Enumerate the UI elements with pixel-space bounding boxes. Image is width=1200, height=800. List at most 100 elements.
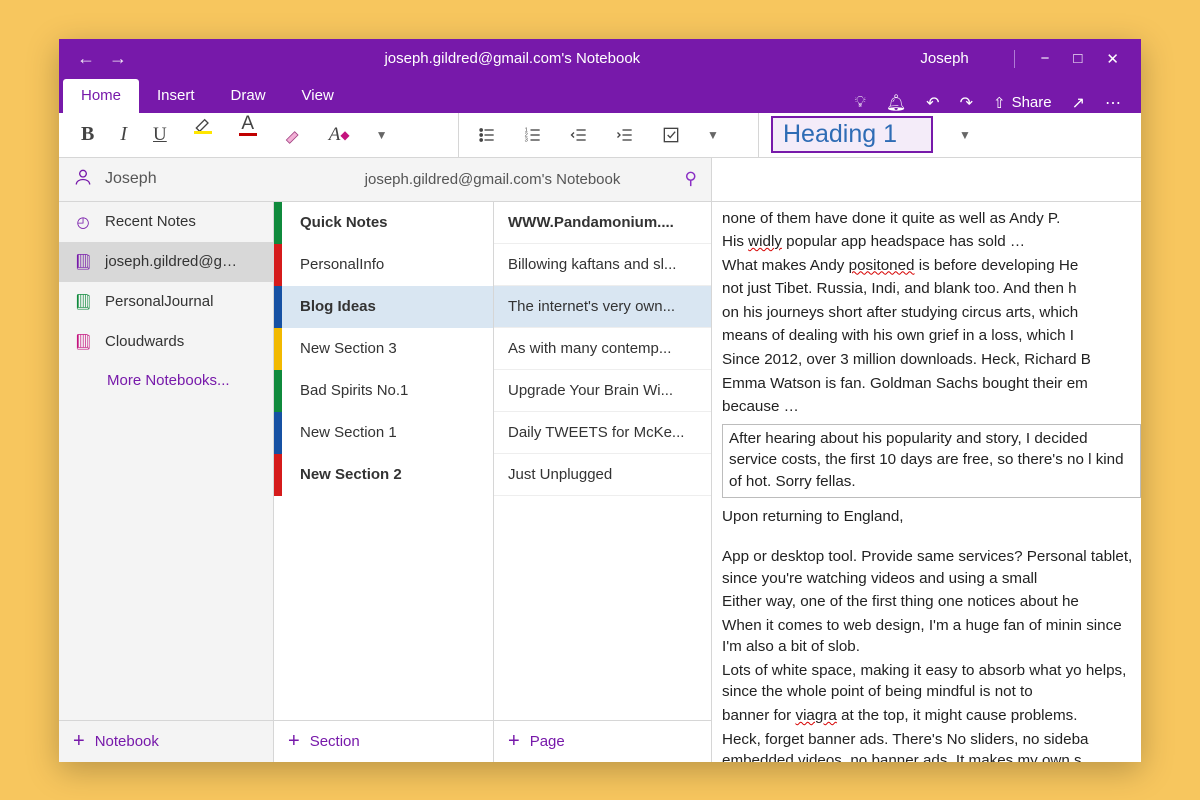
separator — [1014, 50, 1015, 68]
notebook-title: joseph.gildred@gmail.com's Notebook — [365, 171, 621, 188]
bullet-list-button[interactable] — [477, 113, 497, 157]
close-icon[interactable]: ✕ — [1106, 50, 1119, 68]
fullscreen-icon[interactable]: ↗ — [1072, 93, 1085, 113]
section-item[interactable]: New Section 1 — [274, 412, 493, 454]
font-group-dropdown[interactable]: ▼ — [376, 128, 388, 142]
note-text: because … — [722, 396, 1141, 418]
section-item[interactable]: New Section 2 — [274, 454, 493, 496]
page-item[interactable]: WWW.Pandamonium.... — [494, 202, 711, 244]
more-icon[interactable]: ⋯ — [1105, 93, 1121, 113]
editor-column: none of them have done it quite as well … — [712, 202, 1141, 762]
nav-back-icon[interactable]: ← — [77, 48, 95, 69]
plus-icon: + — [73, 730, 85, 753]
highlight-button[interactable] — [193, 113, 213, 157]
note-text: on his journeys short after studying cir… — [722, 302, 1141, 324]
note-text: App or desktop tool. Provide same servic… — [722, 546, 1141, 589]
note-text: Either way, one of the first thing one n… — [722, 591, 1141, 613]
note-text: His widly popular app headspace has sold… — [722, 231, 1141, 253]
style-dropdown[interactable]: ▼ — [959, 128, 971, 142]
add-section-button[interactable]: + Section — [274, 720, 493, 762]
todo-checkbox-button[interactable] — [661, 113, 681, 157]
tab-home[interactable]: Home — [63, 79, 139, 113]
page-item[interactable]: Upgrade Your Brain Wi... — [494, 370, 711, 412]
person-icon — [73, 167, 93, 192]
notebooks-column: ◴ Recent Notes 📕︎ joseph.gildred@g… 📕︎ P… — [59, 202, 274, 762]
recent-notes-item[interactable]: ◴ Recent Notes — [59, 202, 273, 242]
add-notebook-label: Notebook — [95, 733, 159, 750]
notebook-item[interactable]: 📕︎ joseph.gildred@g… — [59, 242, 273, 282]
share-label: Share — [1012, 94, 1052, 111]
notebook-item[interactable]: 📕︎ PersonalJournal — [59, 282, 273, 322]
page-item[interactable]: Billowing kaftans and sl... — [494, 244, 711, 286]
bold-button[interactable]: B — [81, 113, 94, 157]
font-color-button[interactable]: A — [239, 113, 257, 157]
note-text: Emma Watson is fan. Goldman Sachs bought… — [722, 373, 1141, 395]
note-text: banner for viagra at the top, it might c… — [722, 705, 1141, 727]
ribbon-tabs: Home Insert Draw View — [63, 79, 352, 113]
tab-draw[interactable]: Draw — [213, 79, 284, 113]
outdent-button[interactable] — [569, 113, 589, 157]
note-text: Since 2012, over 3 million downloads. He… — [722, 349, 1141, 371]
undo-icon[interactable]: ↶ — [926, 93, 939, 113]
tab-insert[interactable]: Insert — [139, 79, 213, 113]
share-icon: ⇧ — [993, 94, 1006, 112]
pages-column: WWW.Pandamonium....Billowing kaftans and… — [494, 202, 712, 762]
add-page-label: Page — [530, 733, 565, 750]
notifications-icon[interactable]: 🔔︎ — [886, 93, 906, 113]
page-item[interactable]: Just Unplugged — [494, 454, 711, 496]
notebook-label: joseph.gildred@g… — [105, 253, 237, 270]
add-page-button[interactable]: + Page — [494, 720, 711, 762]
note-text: What makes Andy positoned is before deve… — [722, 255, 1141, 277]
recent-notes-label: Recent Notes — [105, 213, 196, 230]
minimize-icon[interactable]: − — [1041, 50, 1050, 67]
note-text: not just Tibet. Russia, Indi, and blank … — [722, 278, 1141, 300]
signed-in-user[interactable]: Joseph — [880, 50, 1010, 67]
nav-forward-icon[interactable]: → — [109, 48, 127, 69]
underline-button[interactable]: U — [153, 113, 167, 157]
title-bar: ← → joseph.gildred@gmail.com's Notebook … — [59, 39, 1141, 79]
italic-button[interactable]: I — [120, 113, 127, 157]
ribbon-tabs-row: Home Insert Draw View 💡︎ 🔔︎ ↶ ↷ ⇧ Share … — [59, 79, 1141, 113]
section-item[interactable]: New Section 3 — [274, 328, 493, 370]
page-item[interactable]: As with many contemp... — [494, 328, 711, 370]
plus-icon: + — [508, 730, 520, 753]
clear-formatting-button[interactable] — [283, 113, 303, 157]
formatting-toolbar: B I U A A◆ ▼ 123 — [59, 113, 1141, 158]
account-header[interactable]: Joseph — [59, 158, 274, 202]
share-button[interactable]: ⇧ Share — [993, 94, 1052, 112]
more-notebooks-link[interactable]: More Notebooks... — [59, 362, 273, 389]
redo-icon[interactable]: ↷ — [960, 93, 973, 113]
book-icon: 📕︎ — [73, 333, 93, 351]
window-title: joseph.gildred@gmail.com's Notebook — [145, 50, 880, 67]
paragraph-group-dropdown[interactable]: ▼ — [707, 128, 719, 142]
format-painter-button[interactable]: A◆ — [329, 113, 350, 157]
numbered-list-button[interactable]: 123 — [523, 113, 543, 157]
note-text: Upon returning to England, — [722, 506, 1141, 528]
section-item[interactable]: Quick Notes — [274, 202, 493, 244]
page-item[interactable]: Daily TWEETS for McKe... — [494, 412, 711, 454]
sections-column: Quick NotesPersonalInfoBlog IdeasNew Sec… — [274, 202, 494, 762]
note-canvas[interactable]: none of them have done it quite as well … — [712, 202, 1141, 762]
add-notebook-button[interactable]: + Notebook — [59, 720, 273, 762]
note-text: Lots of white space, making it easy to a… — [722, 660, 1141, 703]
notebook-label: PersonalJournal — [105, 293, 213, 310]
section-item[interactable]: Blog Ideas — [274, 286, 493, 328]
section-item[interactable]: PersonalInfo — [274, 244, 493, 286]
account-label: Joseph — [105, 170, 157, 188]
book-icon: 📕︎ — [73, 293, 93, 311]
section-item[interactable]: Bad Spirits No.1 — [274, 370, 493, 412]
maximize-icon[interactable]: □ — [1073, 50, 1082, 67]
search-icon[interactable]: ⚲ — [685, 169, 697, 189]
book-icon: 📕︎ — [73, 253, 93, 271]
lightbulb-icon[interactable]: 💡︎ — [855, 94, 866, 112]
tab-view[interactable]: View — [284, 79, 352, 113]
notebook-item[interactable]: 📕︎ Cloudwards — [59, 322, 273, 362]
selected-text-block[interactable]: After hearing about his popularity and s… — [722, 424, 1141, 499]
note-text: Heck, forget banner ads. There's No slid… — [722, 729, 1141, 762]
indent-button[interactable] — [615, 113, 635, 157]
notebook-title-header: joseph.gildred@gmail.com's Notebook ⚲ — [274, 158, 712, 202]
style-selector[interactable]: Heading 1 — [771, 116, 933, 153]
page-item[interactable]: The internet's very own... — [494, 286, 711, 328]
app-window: ← → joseph.gildred@gmail.com's Notebook … — [59, 39, 1141, 762]
note-text: When it comes to web design, I'm a huge … — [722, 615, 1141, 658]
